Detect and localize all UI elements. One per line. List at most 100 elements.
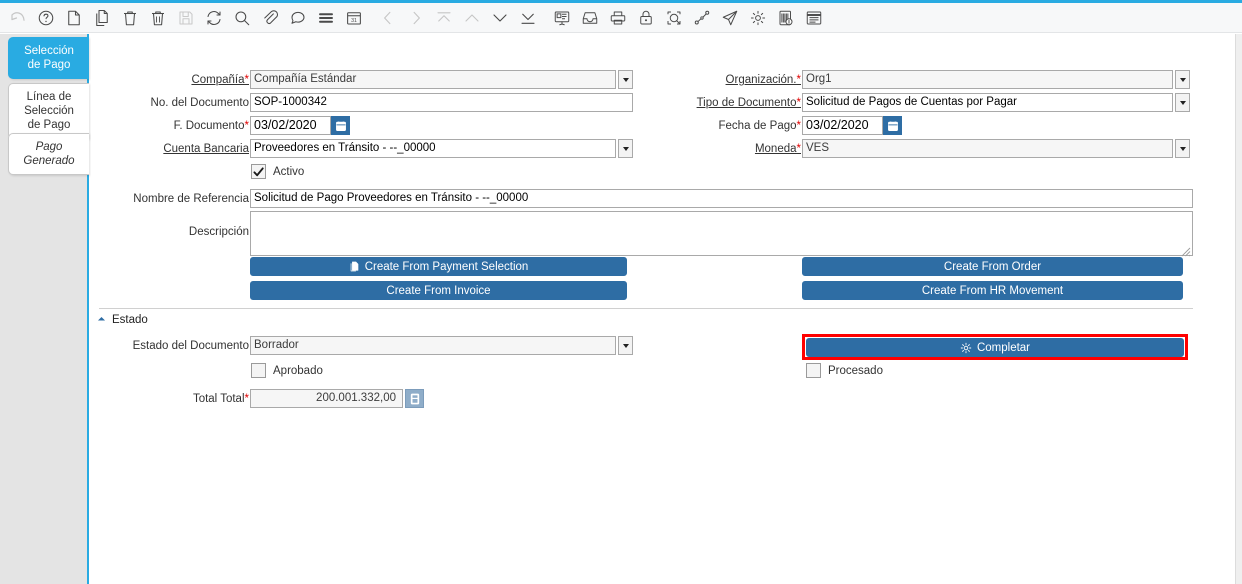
cuenta-bancaria-dropdown-button[interactable]	[618, 139, 633, 158]
aprobado-checkbox-label: Aprobado	[273, 364, 323, 377]
no-documento-field[interactable]: SOP-1000342	[250, 93, 633, 112]
calendar-icon[interactable]: 31	[341, 5, 367, 31]
notes-icon[interactable]	[801, 5, 827, 31]
required-marker: *	[244, 393, 249, 405]
svg-text:31: 31	[351, 18, 357, 24]
sidebar-item-label-line2: Generado	[23, 155, 75, 167]
workflow-icon[interactable]	[689, 5, 715, 31]
archive-icon[interactable]	[577, 5, 603, 31]
estado-documento-field[interactable]: Borrador	[250, 336, 616, 355]
help-icon[interactable]	[33, 5, 59, 31]
main-toolbar: 31	[0, 3, 1242, 33]
chevron-down-icon	[622, 146, 629, 151]
required-marker: *	[796, 143, 801, 155]
tipo-documento-label: Tipo de Documento*	[696, 97, 801, 109]
completar-button[interactable]: Completar	[806, 338, 1184, 357]
right-edge-strip	[1235, 34, 1242, 584]
nav-up-icon[interactable]	[459, 5, 485, 31]
undo-icon[interactable]	[5, 5, 31, 31]
estado-documento-dropdown-button[interactable]	[618, 336, 633, 355]
zoom-across-icon[interactable]	[661, 5, 687, 31]
activo-checkbox[interactable]: Activo	[251, 164, 304, 179]
compania-dropdown-button[interactable]	[618, 70, 633, 89]
activo-checkbox-box	[251, 164, 266, 179]
gear-icon	[960, 342, 972, 354]
compania-field[interactable]: Compañía Estándar	[250, 70, 616, 89]
sidebar-item-label-line1: Pago	[35, 141, 63, 153]
aprobado-checkbox-box	[251, 363, 266, 378]
no-documento-label: No. del Documento	[150, 97, 249, 109]
procesado-checkbox-label: Procesado	[828, 364, 883, 377]
report-icon[interactable]	[549, 5, 575, 31]
activo-checkbox-label: Activo	[273, 165, 305, 178]
calculator-icon[interactable]	[405, 389, 424, 408]
required-marker: *	[244, 74, 249, 86]
organizacion-label: Organización.*	[725, 74, 801, 86]
chevron-down-icon	[1179, 146, 1186, 151]
sidebar-item-label-line1: Línea de	[26, 91, 72, 103]
organizacion-field[interactable]: Org1	[802, 70, 1173, 89]
moneda-label: Moneda*	[754, 143, 801, 155]
save-icon[interactable]	[173, 5, 199, 31]
tipo-documento-dropdown-button[interactable]	[1175, 93, 1190, 112]
moneda-dropdown-button[interactable]	[1175, 139, 1190, 158]
estado-documento-label: Estado del Documento	[132, 340, 249, 352]
nav-down-icon[interactable]	[487, 5, 513, 31]
delete-icon[interactable]	[117, 5, 143, 31]
fecha-pago-calendar-icon[interactable]	[883, 116, 902, 135]
tipo-documento-field[interactable]: Solicitud de Pagos de Cuentas por Pagar	[802, 93, 1173, 112]
descripcion-label: Descripción	[188, 226, 249, 238]
create-from-order-button[interactable]: Create From Order	[802, 257, 1183, 276]
new-record-icon[interactable]	[61, 5, 87, 31]
application-window: 31 Selección de Pago Línea de Selección …	[0, 0, 1242, 584]
sidebar-item-linea-de-seleccion-de-pago[interactable]: Línea de Selección de Pago	[8, 83, 89, 139]
required-marker: *	[796, 74, 801, 86]
nav-last-icon[interactable]	[515, 5, 541, 31]
menu-lines-icon[interactable]	[313, 5, 339, 31]
print-icon[interactable]	[605, 5, 631, 31]
refresh-icon[interactable]	[201, 5, 227, 31]
fecha-pago-field[interactable]: 03/02/2020	[802, 116, 883, 135]
send-icon[interactable]	[717, 5, 743, 31]
organizacion-dropdown-button[interactable]	[1175, 70, 1190, 89]
nav-previous-icon[interactable]	[375, 5, 401, 31]
nombre-referencia-field[interactable]: Solicitud de Pago Proveedores en Tránsit…	[250, 189, 1193, 208]
section-divider	[99, 308, 1193, 309]
sidebar-item-label-line3: de Pago	[27, 119, 71, 131]
tab-rail: Selección de Pago Línea de Selección de …	[0, 34, 89, 584]
f-documento-calendar-icon[interactable]	[331, 116, 350, 135]
estado-section-header[interactable]: Estado	[97, 314, 148, 326]
procesado-checkbox-box	[806, 363, 821, 378]
create-from-order-label: Create From Order	[943, 260, 1042, 273]
collapse-triangle-icon	[97, 316, 106, 324]
moneda-field[interactable]: VES	[802, 139, 1173, 158]
sidebar-item-seleccion-de-pago[interactable]: Selección de Pago	[8, 37, 89, 79]
aprobado-checkbox[interactable]: Aprobado	[251, 363, 323, 378]
sidebar-item-label-line2: Selección	[24, 105, 74, 117]
lock-icon[interactable]	[633, 5, 659, 31]
product-info-icon[interactable]	[773, 5, 799, 31]
estado-section-title: Estado	[112, 314, 148, 326]
create-from-hr-movement-label: Create From HR Movement	[921, 284, 1064, 297]
resize-grip-icon[interactable]	[1181, 244, 1191, 257]
descripcion-field[interactable]	[250, 211, 1193, 257]
procesado-checkbox[interactable]: Procesado	[806, 363, 883, 378]
nav-next-icon[interactable]	[403, 5, 429, 31]
nav-first-icon[interactable]	[431, 5, 457, 31]
sidebar-item-pago-generado[interactable]: Pago Generado	[8, 133, 89, 175]
document-copy-icon	[349, 261, 360, 272]
chat-icon[interactable]	[285, 5, 311, 31]
search-icon[interactable]	[229, 5, 255, 31]
create-from-payment-selection-label: Create From Payment Selection	[364, 260, 529, 273]
create-from-invoice-button[interactable]: Create From Invoice	[250, 281, 627, 300]
f-documento-field[interactable]: 03/02/2020	[250, 116, 331, 135]
delete-all-icon[interactable]	[145, 5, 171, 31]
cuenta-bancaria-field[interactable]: Proveedores en Tránsito - --_00000	[250, 139, 616, 158]
copy-record-icon[interactable]	[89, 5, 115, 31]
create-from-hr-movement-button[interactable]: Create From HR Movement	[802, 281, 1183, 300]
preference-gear-icon[interactable]	[745, 5, 771, 31]
total-total-field[interactable]: 200.001.332,00	[250, 389, 403, 408]
cuenta-bancaria-label: Cuenta Bancaria	[163, 143, 249, 155]
create-from-payment-selection-button[interactable]: Create From Payment Selection	[250, 257, 627, 276]
attachment-icon[interactable]	[257, 5, 283, 31]
